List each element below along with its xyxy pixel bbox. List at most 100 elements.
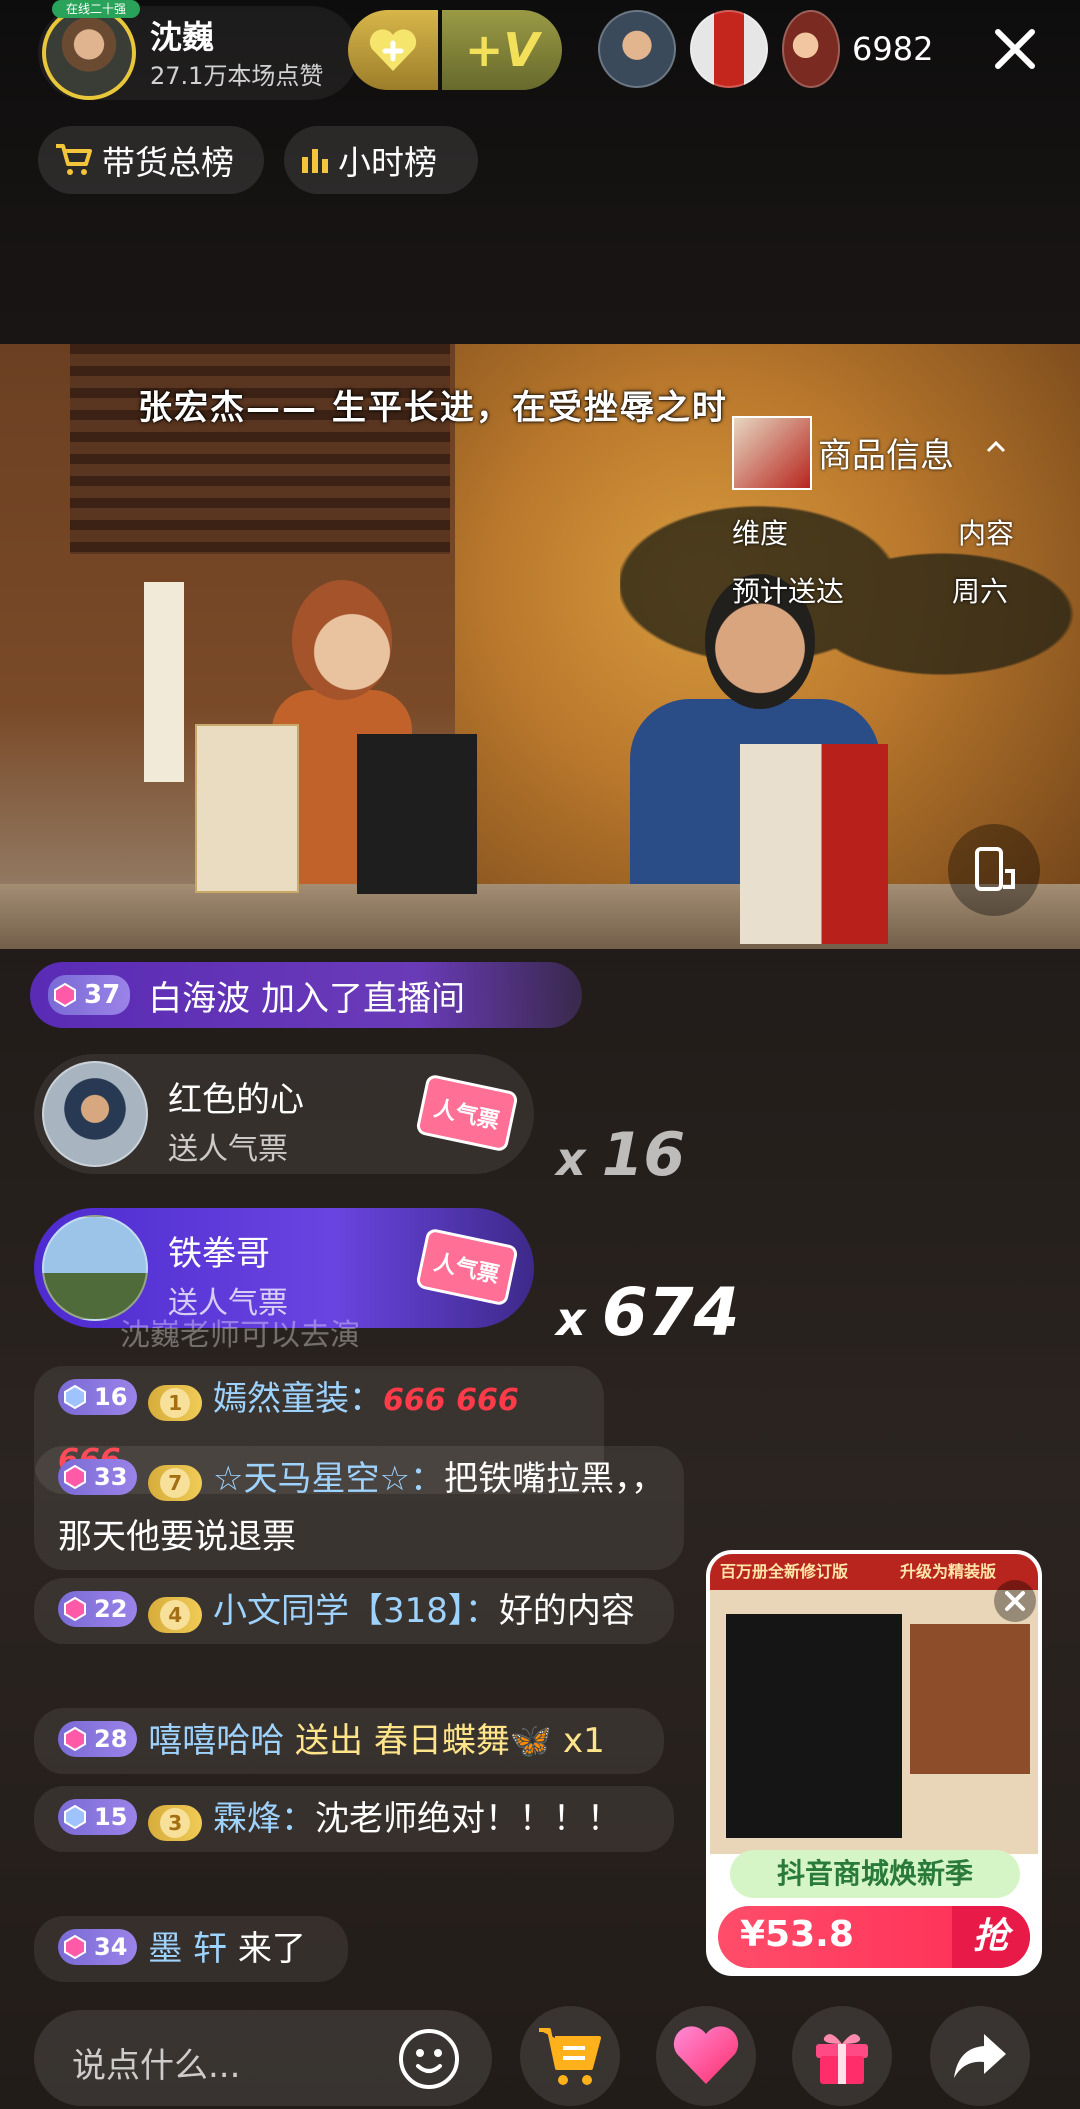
grab-button[interactable]: 抢: [952, 1906, 1030, 1968]
join-text: 白海波 加入了直播间: [148, 978, 465, 1019]
product-info-key: 预计送达: [732, 575, 845, 608]
level-hex-icon: [64, 1804, 86, 1830]
chat-message[interactable]: 34 墨 轩 来了: [34, 1916, 348, 1982]
fan-badge: 4: [148, 1597, 203, 1633]
level-badge: 15: [58, 1799, 138, 1835]
chat-message[interactable]: 33 7 ☆天马星空☆：把铁嘴拉黑，，那天他要说退票: [34, 1446, 684, 1570]
video-scene: [0, 884, 1080, 949]
rank-tab-sales[interactable]: 带货总榜: [38, 126, 264, 194]
host-badge: 在线二十强: [52, 0, 140, 18]
chat-message[interactable]: 22 4 小文同学【318】：好的内容: [34, 1578, 674, 1644]
rotate-screen-button[interactable]: [948, 824, 1040, 916]
rank-tab-label: 小时榜: [338, 143, 437, 182]
bar-chart-icon: [302, 149, 328, 173]
level-badge: 34: [58, 1929, 138, 1965]
buy-bar[interactable]: ¥53.8 抢: [718, 1906, 1030, 1968]
fan-badge: 3: [148, 1805, 203, 1841]
chat-message[interactable]: 28 嘻嘻哈哈 送出 春日蝶舞🦋 x1: [34, 1708, 664, 1774]
gift-button[interactable]: [792, 2006, 892, 2106]
chat-username[interactable]: 嘻嘻哈哈: [148, 1721, 284, 1761]
level-badge: 22: [58, 1591, 138, 1627]
chat-message[interactable]: 15 3 霖烽：沈老师绝对！！！！: [34, 1786, 674, 1852]
product-card[interactable]: 百万册全新修订版 升级为精装版 抖音商城焕新季 ¥53.8 抢: [706, 1550, 1042, 1976]
fan-badge: 1: [148, 1385, 203, 1421]
product-info-value: 内容: [958, 517, 1015, 550]
level-hex-icon: [64, 1934, 86, 1960]
comment-input[interactable]: 说点什么...: [34, 2010, 492, 2106]
likes-count: 27.1万本场点赞: [150, 62, 324, 90]
product-subheader: 升级为精装版: [900, 1562, 997, 1581]
product-info-thumbnail[interactable]: [732, 416, 812, 490]
gift-combo-count: x 674: [556, 1274, 740, 1351]
level-hex-icon: [64, 1726, 86, 1752]
like-button[interactable]: [656, 2006, 756, 2106]
viewer-count[interactable]: 6982: [852, 30, 933, 68]
viewer-avatar[interactable]: [598, 10, 676, 88]
fan-badge: 7: [148, 1465, 203, 1501]
heart-icon: [673, 2026, 739, 2084]
product-info-toggle[interactable]: 商品信息: [818, 428, 954, 477]
chat-message-partial: 沈巍老师可以去演: [120, 1318, 360, 1353]
level-hex-icon: [54, 982, 76, 1008]
level-badge: 28: [58, 1721, 138, 1757]
shopping-cart-button[interactable]: [520, 2006, 620, 2106]
chat-text: 送出 春日蝶舞🦋 x1: [295, 1721, 605, 1761]
chat-text: 好的内容: [498, 1591, 635, 1631]
product-price: ¥53.8: [740, 1914, 854, 1955]
shopping-cart-icon: [539, 2028, 601, 2085]
emoji-icon[interactable]: [396, 2026, 462, 2092]
live-video[interactable]: 张宏杰—— 生平长进，在受挫辱之时 商品信息 维度 内容 预计送达 周六: [0, 344, 1080, 949]
gift-notification[interactable]: 红色的心 送人气票 人气票: [34, 1054, 534, 1174]
host-name[interactable]: 沈巍: [150, 12, 214, 58]
chat-text: 来了: [237, 1929, 306, 1969]
rank-tab-hourly[interactable]: 小时榜: [284, 126, 478, 194]
close-icon[interactable]: [990, 24, 1040, 74]
close-icon: [1005, 1591, 1025, 1611]
chat-username[interactable]: 墨 轩: [148, 1929, 227, 1969]
gifter-name: 铁拳哥: [168, 1234, 270, 1274]
follow-button[interactable]: [348, 10, 438, 90]
gifter-name: 红色的心: [168, 1080, 304, 1120]
video-subtitle: 张宏杰—— 生平长进，在受挫辱之时: [138, 388, 728, 428]
gift-box-icon: [816, 2034, 868, 2084]
video-book: [357, 734, 477, 894]
gift-combo-count: x 16: [556, 1120, 686, 1190]
rank-tab-label: 带货总榜: [102, 143, 234, 182]
product-book-image: [726, 1614, 902, 1838]
share-arrow-icon: [954, 2034, 1006, 2078]
video-book: [740, 744, 888, 944]
promo-banner: 抖音商城焕新季: [730, 1850, 1020, 1898]
level-badge: 16: [58, 1379, 138, 1415]
level-hex-icon: [64, 1464, 86, 1490]
heart-plus-icon: [369, 29, 417, 71]
product-info-value: 周六: [952, 575, 1009, 608]
level-hex-icon: [64, 1384, 86, 1410]
video-book: [195, 724, 299, 893]
rotate-screen-icon: [975, 847, 1015, 891]
gift-action: 送人气票: [168, 1132, 288, 1167]
host-avatar[interactable]: [42, 6, 136, 100]
video-scene: [144, 582, 184, 782]
chat-username[interactable]: 小文同学【318】：: [213, 1591, 499, 1631]
viewer-avatar[interactable]: [782, 10, 840, 88]
comment-placeholder: 说点什么...: [72, 2046, 241, 2086]
product-card-close[interactable]: [994, 1580, 1036, 1622]
join-notification: 37 白海波 加入了直播间: [30, 962, 582, 1028]
chat-username[interactable]: 霖烽：: [213, 1799, 315, 1839]
popularity-ticket-icon: 人气票: [416, 1229, 518, 1305]
chevron-up-icon[interactable]: [985, 436, 1007, 458]
cart-icon: [56, 144, 92, 175]
viewer-avatar[interactable]: [690, 10, 768, 88]
level-hex-icon: [64, 1596, 86, 1622]
join-fanclub-button[interactable]: +V: [442, 10, 562, 90]
level-badge: 33: [58, 1459, 138, 1495]
plus-v-icon: +V: [464, 23, 540, 77]
share-button[interactable]: [930, 2006, 1030, 2106]
gifter-avatar[interactable]: [42, 1215, 148, 1321]
popularity-ticket-icon: 人气票: [416, 1075, 518, 1151]
chat-username[interactable]: 嫣然童装：: [213, 1379, 383, 1419]
level-badge: 37: [48, 975, 131, 1015]
product-book-image: [910, 1624, 1030, 1774]
chat-username[interactable]: ☆天马星空☆：: [213, 1459, 444, 1499]
gifter-avatar[interactable]: [42, 1061, 148, 1167]
